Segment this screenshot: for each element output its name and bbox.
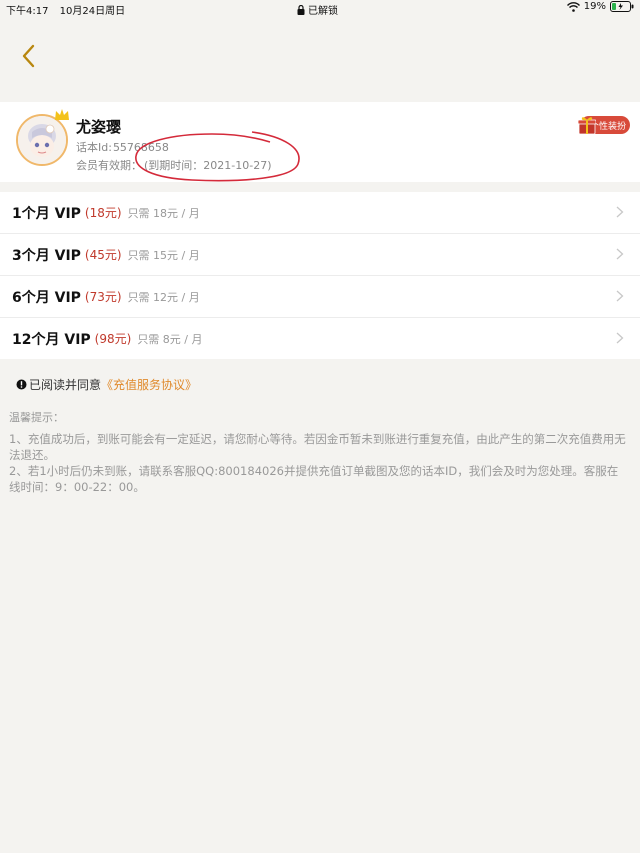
agreement-prefix: 已阅读并同意: [29, 378, 102, 392]
battery-icon: [610, 1, 634, 12]
chevron-right-icon: [616, 248, 624, 260]
vip-validity-label: 会员有效期：: [76, 159, 142, 172]
chevron-right-icon: [616, 290, 624, 302]
tips-title: 温馨提示：: [9, 411, 64, 424]
avatar: [16, 109, 69, 166]
tips-body: 1、充值成功后，到账可能会有一定延迟，请您耐心等待。若因金币暂未到账进行重复充值…: [9, 431, 629, 495]
service-agreement-link[interactable]: 《充值服务协议》: [101, 376, 197, 393]
user-id-value: 55768658: [112, 141, 169, 154]
avatar-image: [18, 116, 66, 164]
wifi-icon: [566, 1, 580, 12]
battery-percent: 19%: [583, 1, 606, 12]
vip-option-unit-price: 只需 15元 / 月: [127, 248, 200, 262]
user-id-label: 话本Id:: [76, 141, 112, 154]
vip-option-price: (98元): [94, 332, 132, 346]
vip-validity: 会员有效期： (到期时间：2021-10-27): [76, 157, 274, 173]
agreement-row[interactable]: 已阅读并同意 《充值服务协议》: [16, 376, 197, 393]
chevron-right-icon: [616, 206, 624, 218]
vip-option-unit-price: 只需 8元 / 月: [137, 332, 203, 346]
unlock-status: 已解锁: [308, 6, 338, 17]
vip-option-name: 3个月 VIP: [12, 247, 81, 264]
user-id: 话本Id:55768658: [76, 139, 169, 155]
vip-expiry: (到期时间：2021-10-27): [144, 159, 272, 172]
vip-option-price: (73元): [84, 290, 122, 304]
tip-line-1: 1、充值成功后，到账可能会有一定延迟，请您耐心等待。若因金币暂未到账进行重复充值…: [9, 432, 626, 462]
chevron-right-icon: [616, 332, 624, 344]
profile-card: 尤姿璎 话本Id:55768658 会员有效期： (到期时间：2021-10-27…: [0, 102, 640, 182]
vip-option-6-months[interactable]: 6个月 VIP (73元) 只需 12元 / 月: [0, 276, 640, 318]
lock-icon: [297, 4, 305, 15]
vip-option-name: 1个月 VIP: [12, 205, 81, 222]
back-icon[interactable]: [18, 42, 42, 70]
status-bar: 下午4:17 10月24日周日 已解锁 19%: [0, 0, 640, 17]
vip-option-1-month[interactable]: 1个月 VIP (18元) 只需 18元 / 月: [0, 192, 640, 234]
tip-line-2: 2、若1小时后仍未到账，请联系客服QQ:800184026并提供充值订单截图及您…: [9, 464, 619, 494]
vip-option-unit-price: 只需 12元 / 月: [127, 290, 200, 304]
agreement-check-icon[interactable]: [16, 379, 27, 390]
nav-bar: [0, 16, 640, 96]
gift-icon: [578, 117, 596, 135]
vip-option-price: (45元): [84, 248, 122, 262]
vip-option-name: 6个月 VIP: [12, 289, 81, 306]
username: 尤姿璎: [76, 118, 122, 136]
personalize-button[interactable]: 个性装扮: [578, 116, 630, 135]
crown-icon: [55, 109, 69, 120]
vip-option-12-months[interactable]: 12个月 VIP (98元) 只需 8元 / 月: [0, 318, 640, 359]
vip-options-list: 1个月 VIP (18元) 只需 18元 / 月 3个月 VIP (45元) 只…: [0, 192, 640, 359]
vip-option-3-months[interactable]: 3个月 VIP (45元) 只需 15元 / 月: [0, 234, 640, 276]
vip-option-price: (18元): [84, 206, 122, 220]
vip-option-name: 12个月 VIP: [12, 331, 91, 348]
vip-option-unit-price: 只需 18元 / 月: [127, 206, 200, 220]
